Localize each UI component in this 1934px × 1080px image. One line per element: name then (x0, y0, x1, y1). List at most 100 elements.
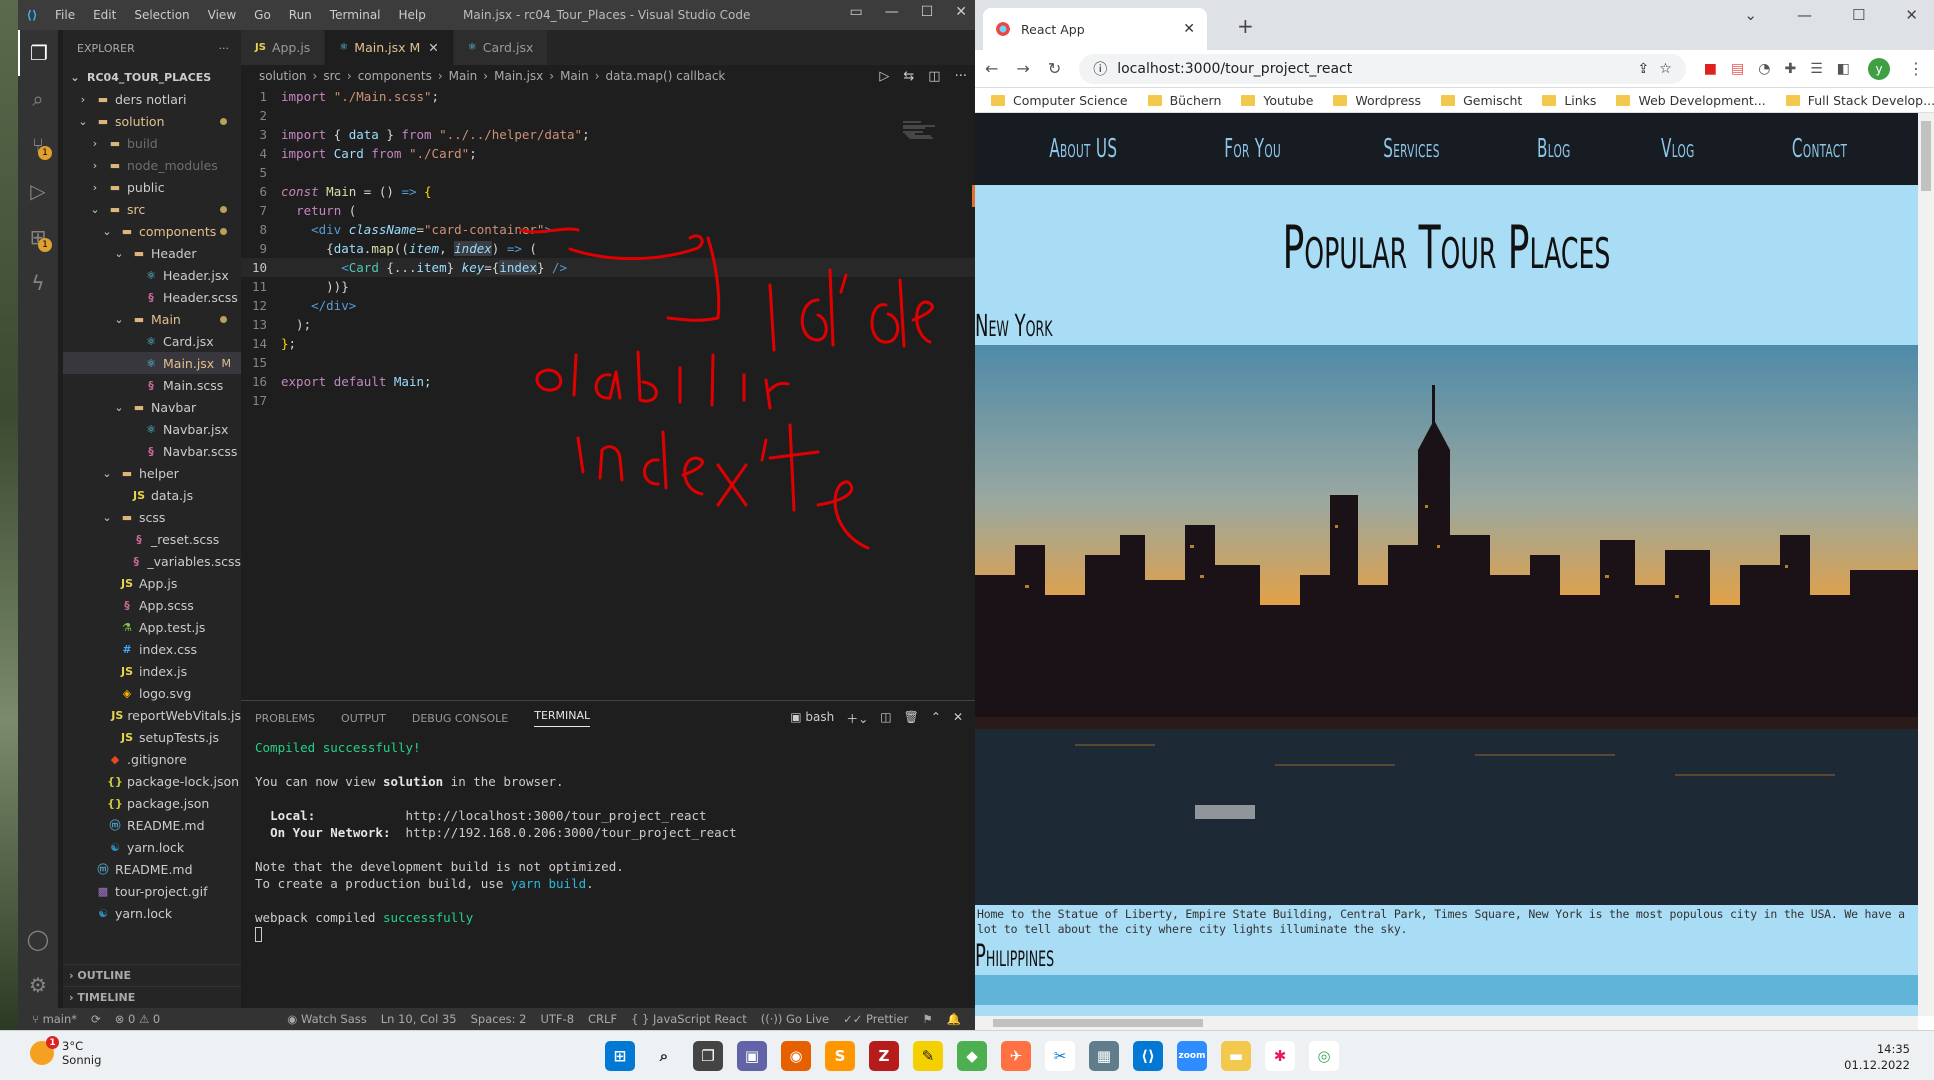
slack-icon[interactable]: ✱ (1265, 1041, 1295, 1071)
reload-icon[interactable]: ↻ (1048, 59, 1061, 78)
thunder-icon[interactable]: ϟ (18, 260, 58, 306)
menu-item-run[interactable]: Run (289, 8, 312, 22)
panel-tab-output[interactable]: OUTPUT (341, 712, 386, 725)
tree-item[interactable]: § Main.scss (63, 374, 241, 396)
maximize-panel-icon[interactable]: ⌃ (931, 710, 941, 727)
tree-item[interactable]: § Header.scss (63, 286, 241, 308)
calculator-icon[interactable]: ▦ (1089, 1041, 1119, 1071)
feedback-icon[interactable]: ⚑ (922, 1012, 932, 1026)
chrome-icon[interactable]: ◎ (1309, 1041, 1339, 1071)
side-panel-icon[interactable]: ◧ (1837, 61, 1850, 77)
system-clock[interactable]: 14:35 01.12.2022 (1844, 1041, 1910, 1073)
filezilla-icon[interactable]: Z (869, 1041, 899, 1071)
settings-gear-icon[interactable]: ⚙ (18, 962, 58, 1008)
new-terminal-icon[interactable]: ＋⌄ (846, 710, 868, 727)
bookmark-folder[interactable]: Büchern (1147, 93, 1221, 108)
nav-link[interactable]: About US (1050, 134, 1118, 164)
close-tab-icon[interactable]: ✕ (428, 40, 438, 55)
zoom-icon[interactable]: zoom (1177, 1041, 1207, 1071)
tree-item[interactable]: ⌄ ▬ scss (63, 506, 241, 528)
profile-avatar[interactable]: y (1868, 57, 1890, 80)
tree-item[interactable]: § Navbar.scss (63, 440, 241, 462)
bookmark-star-icon[interactable]: ☆ (1659, 61, 1672, 77)
bookmark-folder[interactable]: Gemischt (1441, 93, 1522, 108)
reading-list-icon[interactable]: ☰ (1810, 61, 1823, 77)
problems-indicator[interactable]: ⊗ 0 ⚠ 0 (115, 1012, 161, 1026)
tree-item[interactable]: ⚛ Main.jsx M (63, 352, 241, 374)
run-debug-icon[interactable]: ▷ (18, 168, 58, 214)
bookmark-folder[interactable]: Computer Science (991, 93, 1128, 108)
branch-indicator[interactable]: ⑂ main* (32, 1012, 77, 1026)
more-actions-icon[interactable]: ··· (219, 42, 230, 55)
trash-icon[interactable]: 🗑 (904, 710, 919, 727)
terminal-output[interactable]: Compiled successfully! You can now view … (241, 735, 975, 947)
close-tab-icon[interactable]: ✕ (1183, 21, 1195, 37)
app-icon[interactable]: ◆ (957, 1041, 987, 1071)
address-bar[interactable]: ⓘ localhost:3000/tour_project_react ⇪ ☆ (1079, 53, 1686, 84)
nav-link[interactable]: Contact (1791, 134, 1846, 164)
code-editor[interactable]: 1 import "./Main.scss"; 2 3 import { data … (241, 87, 975, 410)
file-explorer-icon[interactable]: ▬ (1221, 1041, 1251, 1071)
menu-item-file[interactable]: File (55, 8, 75, 22)
source-control-icon[interactable]: ⑂ 1 (18, 122, 58, 168)
extension-icon[interactable]: ▤ (1731, 61, 1744, 77)
tree-item[interactable]: ⚛ Navbar.jsx (63, 418, 241, 440)
back-icon[interactable]: ← (985, 59, 998, 78)
snipping-tool-icon[interactable]: ✂ (1045, 1041, 1075, 1071)
tree-item[interactable]: ⌄ ▬ components (63, 220, 241, 242)
search-icon[interactable]: ⌕ (649, 1041, 679, 1071)
extension-icon[interactable]: ◔ (1758, 61, 1770, 77)
tree-item[interactable]: § _reset.scss (63, 528, 241, 550)
watch-sass[interactable]: ◉ Watch Sass (287, 1012, 367, 1026)
tab-search-icon[interactable]: ⌄ (1744, 6, 1757, 24)
extension-icon[interactable]: ■ (1704, 61, 1717, 77)
account-icon[interactable]: ◯ (18, 916, 58, 962)
layout-icon[interactable]: ▭ (849, 4, 862, 20)
menu-item-selection[interactable]: Selection (134, 8, 189, 22)
tree-item[interactable]: ⌄ ▬ helper (63, 462, 241, 484)
go-live[interactable]: ((·)) Go Live (761, 1012, 829, 1026)
tree-item[interactable]: ☯ yarn.lock (63, 902, 241, 924)
bookmark-folder[interactable]: Wordpress (1333, 93, 1421, 108)
menu-item-help[interactable]: Help (399, 8, 426, 22)
horizontal-scrollbar[interactable] (975, 1016, 1918, 1030)
indentation[interactable]: Spaces: 2 (471, 1012, 527, 1026)
nav-link[interactable]: For You (1224, 134, 1281, 164)
minimize-button[interactable]: — (1797, 6, 1812, 24)
bookmark-folder[interactable]: Links (1542, 93, 1596, 108)
tree-item[interactable]: ⌄ ▬ Header (63, 242, 241, 264)
panel-tab-terminal[interactable]: TERMINAL (534, 709, 591, 727)
notifications-icon[interactable]: 🔔 (947, 1012, 961, 1026)
nav-link[interactable]: Blog (1537, 134, 1571, 164)
maximize-button[interactable]: ☐ (921, 4, 934, 20)
weather-widget[interactable]: 1 3°C Sonnig (30, 1036, 101, 1067)
tree-item[interactable]: ◈ logo.svg (63, 682, 241, 704)
share-icon[interactable]: ⇪ (1637, 61, 1649, 77)
editor-tab[interactable]: ⚛ Card.jsx (453, 30, 549, 65)
tree-item[interactable]: › ▬ public (63, 176, 241, 198)
tree-item[interactable]: › ▬ node_modules (63, 154, 241, 176)
menu-item-go[interactable]: Go (254, 8, 271, 22)
tree-item[interactable]: JS App.js (63, 572, 241, 594)
puzzle-icon[interactable]: ✚ (1784, 61, 1796, 77)
terminal-icon[interactable]: ▣ bash (790, 710, 834, 727)
start-icon[interactable]: ⊞ (605, 1041, 635, 1071)
maximize-button[interactable]: ☐ (1852, 6, 1865, 24)
bookmark-folder[interactable]: Web Development... (1616, 93, 1766, 108)
minimize-button[interactable]: — (885, 4, 899, 20)
breadcrumb-item[interactable]: components (358, 69, 432, 83)
chat-icon[interactable]: ▣ (737, 1041, 767, 1071)
nav-link[interactable]: Vlog (1661, 134, 1695, 164)
tree-item[interactable]: ⌄ ▬ Main (63, 308, 241, 330)
eol[interactable]: CRLF (588, 1012, 617, 1026)
tree-item[interactable]: ⚛ Card.jsx (63, 330, 241, 352)
close-panel-icon[interactable]: ✕ (953, 710, 963, 727)
tree-item[interactable]: ▩ tour-project.gif (63, 880, 241, 902)
tree-item[interactable]: ⓜ README.md (63, 858, 241, 880)
panel-tab-debug-console[interactable]: DEBUG CONSOLE (412, 712, 508, 725)
tree-item[interactable]: ⚗ App.test.js (63, 616, 241, 638)
tree-item[interactable]: ⌄ ▬ solution (63, 110, 241, 132)
nav-link[interactable]: Services (1384, 134, 1441, 164)
postman-icon[interactable]: ✈ (1001, 1041, 1031, 1071)
breadcrumb-item[interactable]: solution (259, 69, 307, 83)
